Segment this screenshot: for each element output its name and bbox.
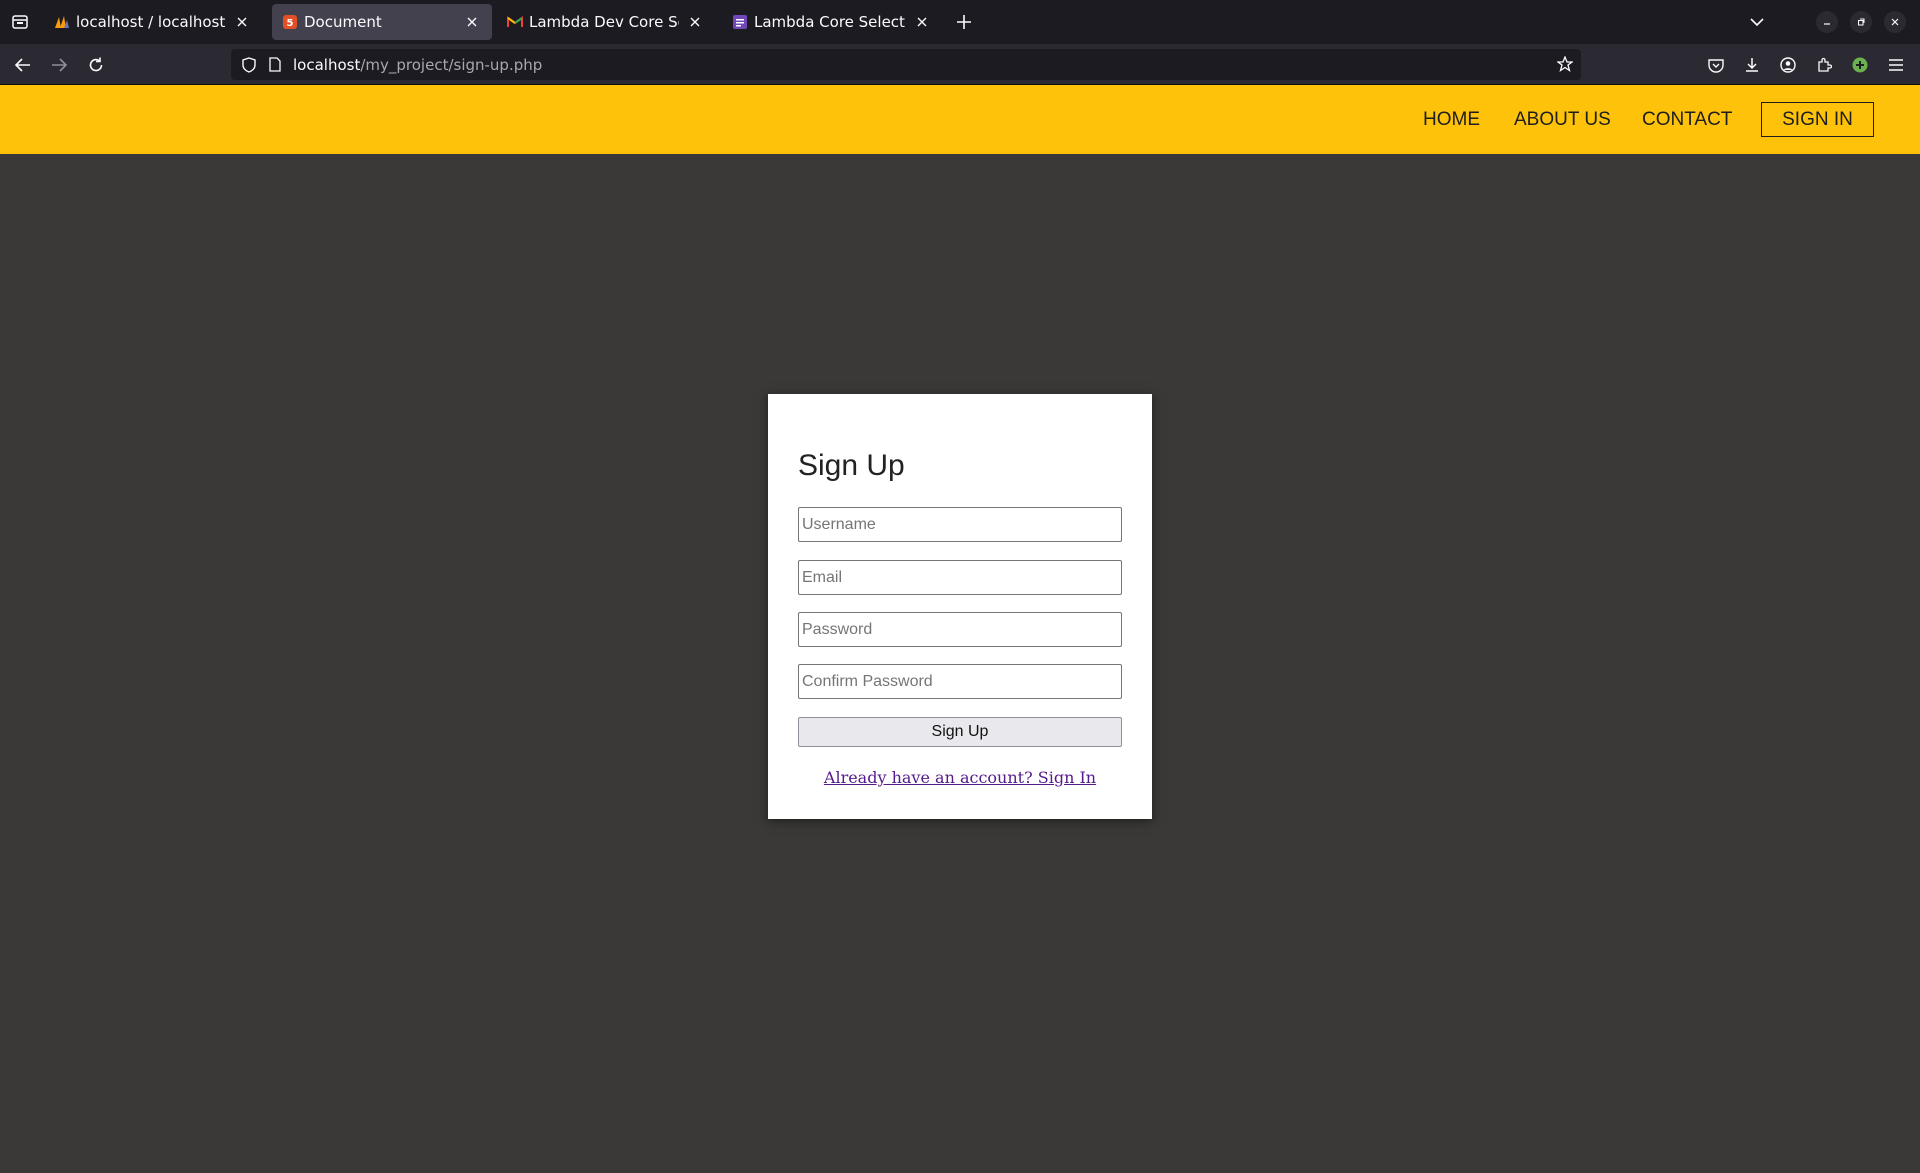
url-text: localhost/my_project/sign-up.php bbox=[293, 56, 542, 74]
shield-icon[interactable] bbox=[239, 55, 259, 75]
email-input[interactable] bbox=[798, 560, 1122, 595]
url-bar[interactable]: localhost/my_project/sign-up.php bbox=[231, 49, 1581, 80]
bookmark-star-icon[interactable] bbox=[1555, 54, 1575, 74]
password-input[interactable] bbox=[798, 612, 1122, 647]
url-path: /my_project/sign-up.php bbox=[360, 55, 543, 74]
username-input[interactable] bbox=[798, 507, 1122, 542]
window-controls bbox=[1816, 11, 1906, 33]
forward-arrow-icon[interactable] bbox=[46, 52, 72, 78]
nav-home-link[interactable]: HOME bbox=[1423, 109, 1480, 131]
confirm-password-input[interactable] bbox=[798, 664, 1122, 699]
browser-tab-bar: localhost / localhost / bu 5 Document La… bbox=[0, 0, 1920, 44]
tab-title: Document bbox=[304, 13, 382, 31]
back-arrow-icon[interactable] bbox=[10, 52, 36, 78]
close-icon[interactable] bbox=[685, 12, 705, 32]
nav-contact-link[interactable]: CONTACT bbox=[1642, 109, 1732, 131]
form-icon bbox=[732, 14, 748, 30]
signup-submit-button[interactable]: Sign Up bbox=[798, 717, 1122, 747]
tab-title: Lambda Core Selection bbox=[754, 13, 906, 31]
html5-icon: 5 bbox=[282, 14, 298, 30]
reload-icon[interactable] bbox=[83, 52, 109, 78]
extensions-icon[interactable] bbox=[1811, 52, 1837, 78]
firefox-view-button[interactable] bbox=[0, 0, 40, 44]
signin-link[interactable]: Already have an account? Sign In bbox=[768, 768, 1152, 787]
tab-phpmyadmin[interactable]: localhost / localhost / bu bbox=[44, 4, 262, 40]
page-icon[interactable] bbox=[265, 55, 285, 75]
tab-title: Lambda Dev Core Selecti bbox=[529, 13, 679, 31]
new-tab-button[interactable] bbox=[952, 10, 976, 34]
pocket-icon[interactable] bbox=[1703, 52, 1729, 78]
tab-gmail[interactable]: Lambda Dev Core Selecti bbox=[497, 4, 715, 40]
svg-text:5: 5 bbox=[287, 18, 294, 29]
phpmyadmin-icon bbox=[54, 14, 70, 30]
account-icon[interactable] bbox=[1775, 52, 1801, 78]
close-icon[interactable] bbox=[912, 12, 932, 32]
close-icon[interactable] bbox=[232, 12, 252, 32]
menu-icon[interactable] bbox=[1883, 52, 1909, 78]
minimize-button[interactable] bbox=[1816, 11, 1838, 33]
tab-title: localhost / localhost / bu bbox=[76, 13, 226, 31]
form-title: Sign Up bbox=[798, 449, 905, 482]
nav-signin-button[interactable]: SIGN IN bbox=[1761, 102, 1874, 137]
site-header: HOME ABOUT US CONTACT SIGN IN bbox=[0, 85, 1920, 154]
signup-card: Sign Up Sign Up Already have an account?… bbox=[768, 394, 1152, 819]
tab-document[interactable]: 5 Document bbox=[272, 4, 492, 40]
restore-button[interactable] bbox=[1850, 11, 1872, 33]
chevron-down-icon[interactable] bbox=[1745, 12, 1769, 32]
download-icon[interactable] bbox=[1739, 52, 1765, 78]
nav-about-link[interactable]: ABOUT US bbox=[1514, 109, 1611, 131]
url-host: localhost bbox=[293, 55, 361, 74]
gmail-icon bbox=[507, 14, 523, 30]
close-icon[interactable] bbox=[462, 12, 482, 32]
browser-toolbar: localhost/my_project/sign-up.php bbox=[0, 44, 1920, 85]
close-window-button[interactable] bbox=[1884, 11, 1906, 33]
addon-green-icon[interactable] bbox=[1847, 52, 1873, 78]
tab-forms[interactable]: Lambda Core Selection bbox=[722, 4, 942, 40]
